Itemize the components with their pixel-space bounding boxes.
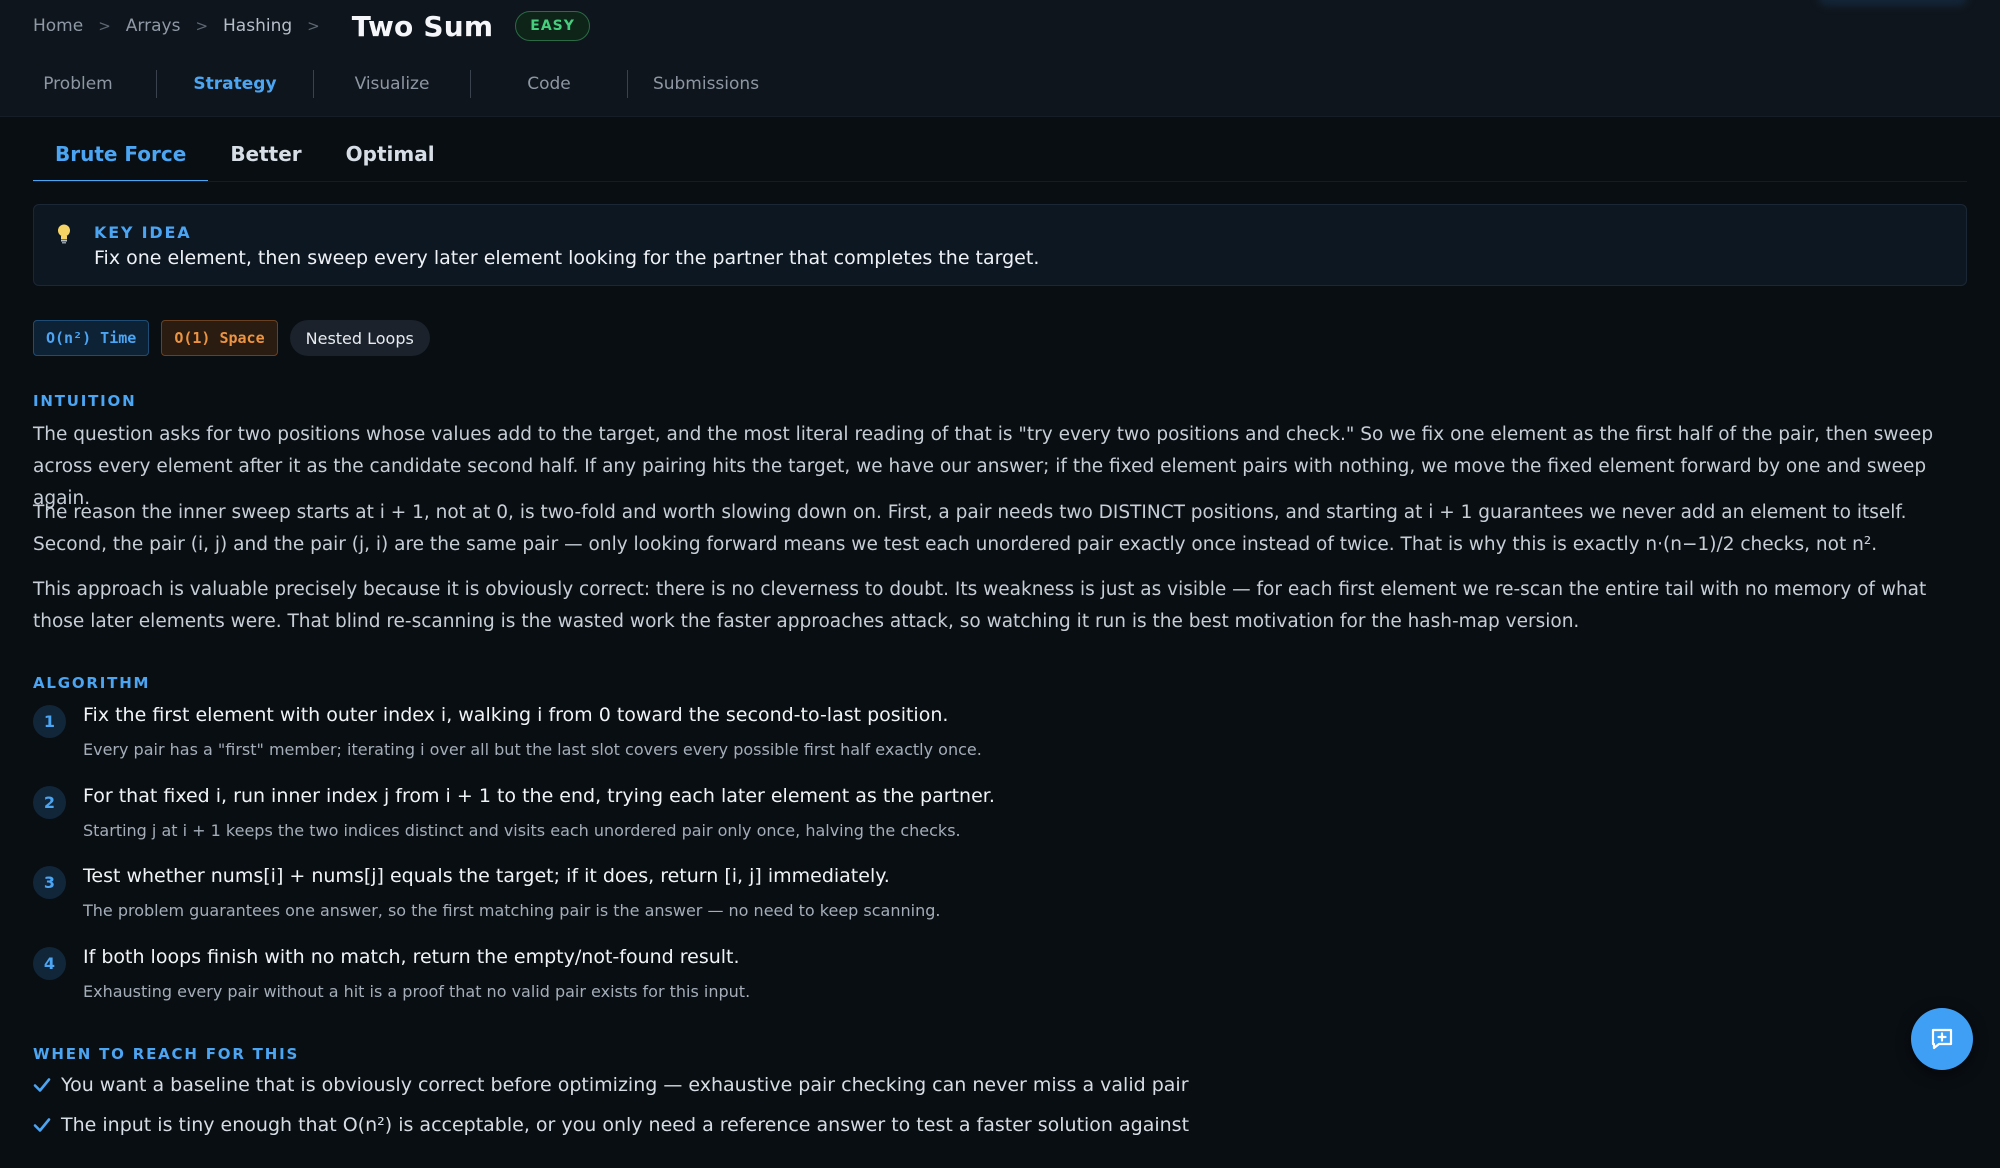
intuition-paragraph-2: The reason the inner sweep starts at i +…	[33, 502, 1907, 555]
time-complexity-chip: O(n²) Time	[33, 320, 150, 356]
step-title: If both loops finish with no match, retu…	[83, 946, 740, 968]
technique-tag-chip: Nested Loops	[289, 320, 430, 356]
step-detail: Starting j at i + 1 keeps the two indice…	[83, 821, 961, 840]
chevron-right-icon: >	[307, 17, 320, 35]
check-icon	[33, 1118, 51, 1132]
breadcrumb-hashing[interactable]: Hashing	[223, 16, 292, 36]
approach-tabs: Brute Force Better Optimal	[33, 128, 457, 182]
step-number: 4	[33, 947, 66, 980]
step-title: Fix the first element with outer index i…	[83, 704, 949, 726]
tab-code[interactable]: Code	[471, 74, 627, 94]
when-to-use-text: The input is tiny enough that O(n²) is a…	[61, 1114, 1190, 1136]
when-to-use-item: The input is tiny enough that O(n²) is a…	[33, 1114, 1189, 1136]
step-detail: Every pair has a "first" member; iterati…	[83, 740, 982, 759]
tab-strategy[interactable]: Strategy	[157, 74, 313, 94]
difficulty-badge: EASY	[515, 11, 590, 41]
chat-add-icon	[1931, 1028, 1953, 1050]
when-to-use-item: You want a baseline that is obviously co…	[33, 1074, 1189, 1096]
tab-better[interactable]: Better	[208, 128, 323, 182]
key-idea-label: KEY IDEA	[94, 223, 192, 242]
check-icon	[33, 1078, 51, 1092]
breadcrumb-home[interactable]: Home	[33, 16, 83, 36]
complexity-chips: O(n²) Time O(1) Space Nested Loops	[33, 320, 442, 356]
intuition-heading: INTUITION	[33, 392, 137, 410]
space-complexity-chip: O(1) Space	[161, 320, 278, 356]
step-title: Test whether nums[i] + nums[j] equals th…	[83, 865, 890, 887]
step-number: 1	[33, 705, 66, 738]
chat-assistant-button[interactable]	[1911, 1008, 1973, 1070]
chevron-right-icon: >	[195, 17, 209, 35]
when-to-use-text: You want a baseline that is obviously co…	[61, 1074, 1189, 1096]
key-idea-card: KEY IDEA Fix one element, then sweep eve…	[33, 204, 1967, 286]
approach-tabs-divider	[33, 181, 1967, 182]
breadcrumb-arrays[interactable]: Arrays	[126, 16, 181, 36]
key-idea-text: Fix one element, then sweep every later …	[94, 247, 1040, 269]
tab-optimal[interactable]: Optimal	[324, 128, 457, 182]
tab-submissions[interactable]: Submissions	[628, 74, 784, 94]
top-right-glow	[1818, 0, 1968, 6]
lightbulb-icon	[58, 224, 70, 244]
chevron-right-icon: >	[98, 17, 111, 35]
main-tabs: Problem Strategy Visualize Code Submissi…	[0, 66, 784, 102]
tab-visualize[interactable]: Visualize	[314, 74, 470, 94]
algorithm-heading: ALGORITHM	[33, 674, 151, 692]
step-title: For that fixed i, run inner index j from…	[83, 785, 995, 807]
breadcrumb: Home > Arrays > Hashing > Two Sum EASY	[33, 8, 590, 44]
page-title: Two Sum	[351, 9, 494, 43]
step-number: 3	[33, 866, 66, 899]
when-to-use-heading: WHEN TO REACH FOR THIS	[33, 1045, 300, 1063]
step-detail: Exhausting every pair without a hit is a…	[83, 982, 751, 1001]
step-detail: The problem guarantees one answer, so th…	[83, 901, 941, 920]
tab-brute-force[interactable]: Brute Force	[33, 128, 209, 182]
step-number: 2	[33, 786, 66, 819]
tab-problem[interactable]: Problem	[0, 74, 156, 94]
top-bar: Home > Arrays > Hashing > Two Sum EASY P…	[0, 0, 2000, 117]
intuition-paragraph-3: This approach is valuable precisely beca…	[33, 579, 1927, 632]
